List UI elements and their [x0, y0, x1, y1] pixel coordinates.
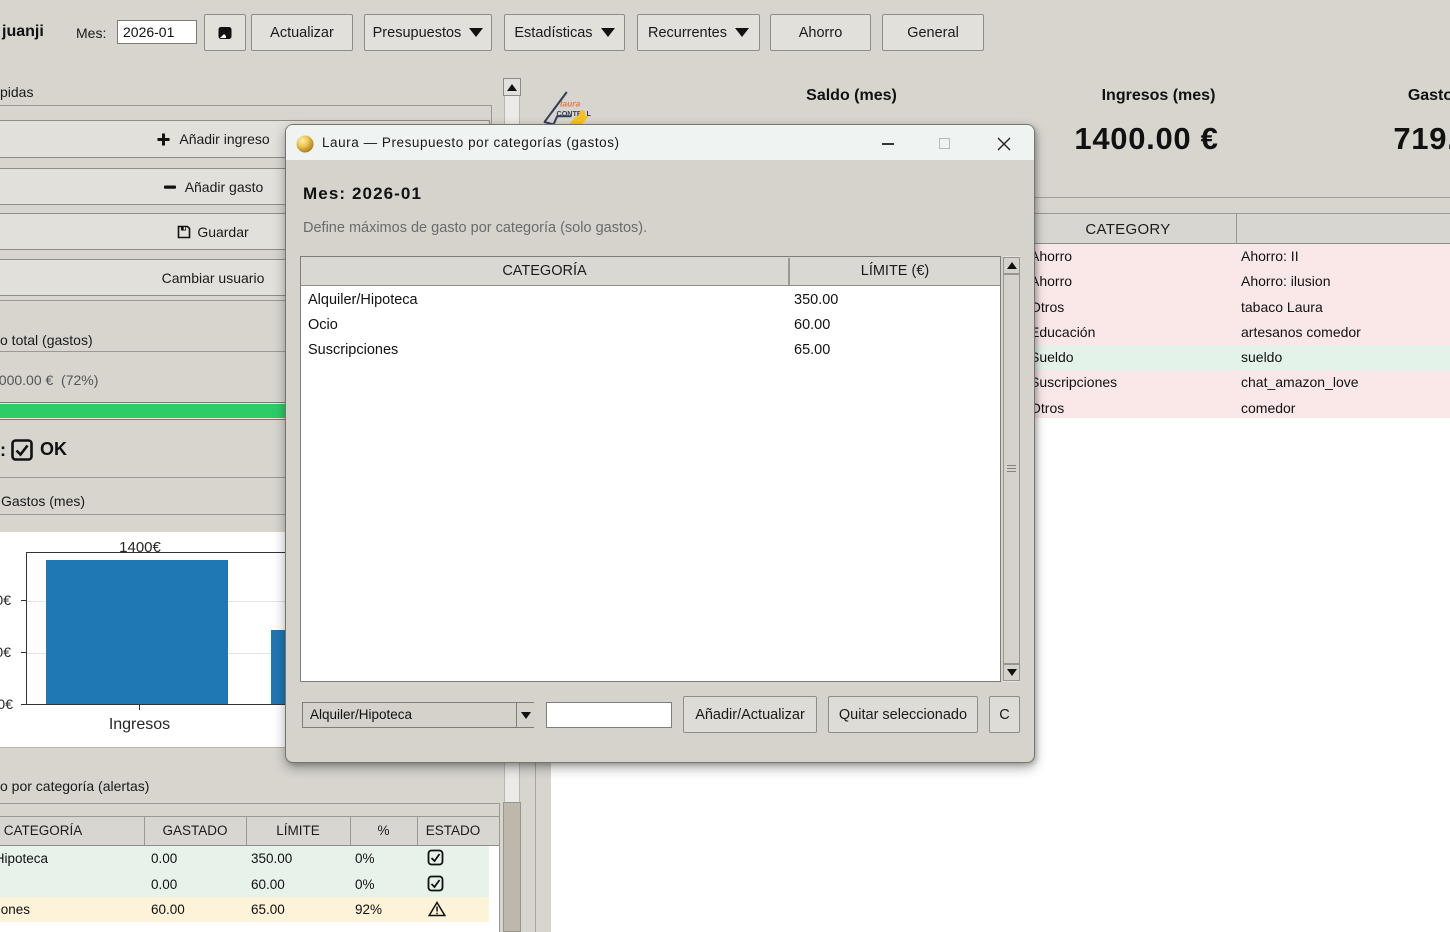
svg-text:laura: laura	[560, 99, 581, 109]
svg-text:CONTR: CONTR	[557, 109, 583, 118]
svg-text:L: L	[587, 109, 592, 118]
